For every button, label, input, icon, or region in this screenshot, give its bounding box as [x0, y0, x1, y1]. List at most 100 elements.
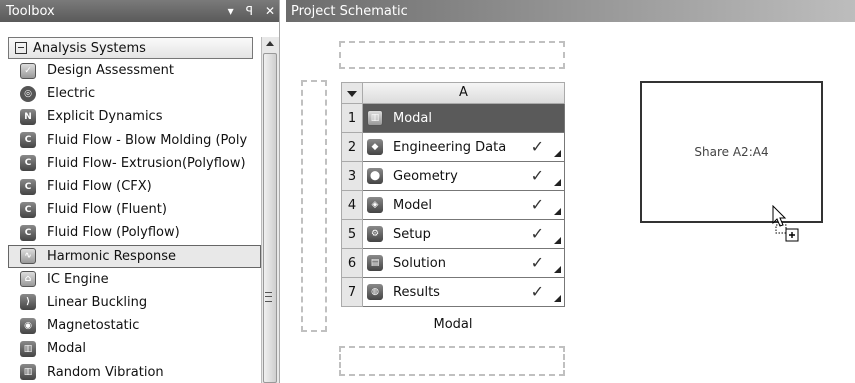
system-cell[interactable]: ▤ Solution ✓	[363, 249, 565, 278]
row-number: 5	[341, 220, 363, 249]
toolbox-item[interactable]: ◎ Electric	[0, 82, 262, 105]
check-icon: ✓	[530, 137, 544, 156]
cell-label: Model	[393, 197, 433, 213]
toolbox-item[interactable]: C Fluid Flow - Blow Molding (Poly	[0, 129, 262, 152]
toolbox-item[interactable]: C Fluid Flow (CFX)	[0, 175, 262, 198]
system-cell[interactable]: ◍ Results ✓	[363, 278, 565, 307]
solution-icon: ▤	[367, 255, 383, 271]
results-icon: ◍	[367, 284, 383, 300]
system-cell-row[interactable]: 2 ◆ Engineering Data ✓	[341, 133, 565, 162]
electric-icon: ◎	[20, 85, 36, 102]
toolbox-item-label: Fluid Flow- Extrusion(Polyflow)	[47, 155, 246, 171]
toolbox-item-label: Random Vibration	[47, 364, 164, 380]
system-name[interactable]: Modal	[341, 317, 565, 332]
toolbox-item-label: Design Assessment	[47, 63, 174, 79]
project-schematic-panel: Project Schematic A 1 ▥ Modal 2 ◆ Engineering…	[286, 0, 855, 383]
row-number: 4	[341, 191, 363, 220]
toolbox-item-label: Harmonic Response	[47, 248, 177, 264]
toolbox-item[interactable]: C Fluid Flow (Polyflow)	[0, 221, 262, 244]
close-icon[interactable]: ✕	[265, 4, 275, 18]
system-cell[interactable]: ◆ Engineering Data ✓	[363, 133, 565, 162]
system-cell-row[interactable]: 4 ◈ Model ✓	[341, 191, 565, 220]
schematic-titlebar: Project Schematic	[286, 0, 855, 22]
cell-menu-icon[interactable]	[554, 208, 561, 215]
toolbox-item[interactable]: ▥ Random Vibration	[0, 360, 262, 383]
fluid-flow-icon: C	[20, 178, 36, 195]
cell-menu-icon[interactable]	[554, 150, 561, 157]
cell-menu-icon[interactable]	[554, 295, 561, 302]
toolbox-item[interactable]: ∿ Harmonic Response	[8, 244, 261, 268]
toolbox-item-label: Fluid Flow - Blow Molding (Poly	[47, 132, 248, 148]
check-icon: ✓	[530, 253, 544, 272]
collapse-icon[interactable]	[15, 42, 27, 54]
system-cell[interactable]: ◈ Model ✓	[363, 191, 565, 220]
row-number: 1	[341, 104, 363, 133]
toolbox-item-label: Magnetostatic	[47, 318, 140, 334]
system-cell-row[interactable]: 3 ⬤ Geometry ✓	[341, 162, 565, 191]
toolbox-item-label: Electric	[47, 86, 96, 102]
row-number: 2	[341, 133, 363, 162]
cell-label: Setup	[393, 226, 431, 242]
toolbox-item[interactable]: N Explicit Dynamics	[0, 105, 262, 128]
drop-target-bottom[interactable]	[339, 346, 565, 376]
linear-buckling-icon: ⟩	[20, 294, 36, 311]
toolbox-title: Toolbox	[6, 3, 55, 19]
scroll-thumb[interactable]	[263, 53, 277, 383]
cell-menu-icon[interactable]	[554, 266, 561, 273]
toolbox-item[interactable]: ◉ Magnetostatic	[0, 314, 262, 337]
toolbox-item-label: Explicit Dynamics	[47, 109, 163, 125]
row-number: 6	[341, 249, 363, 278]
toolbox-item[interactable]: ⟩ Linear Buckling	[0, 291, 262, 314]
pin-icon[interactable]: ꟼ	[246, 4, 253, 18]
system-cell-row[interactable]: 7 ◍ Results ✓	[341, 278, 565, 307]
analysis-systems-group[interactable]: Analysis Systems	[8, 37, 253, 59]
toolbox-item[interactable]: C Fluid Flow- Extrusion(Polyflow)	[0, 152, 262, 175]
toolbox-titlebar: Toolbox ▾ ꟼ ✕	[0, 0, 279, 22]
scroll-up-icon[interactable]	[266, 41, 274, 46]
drop-target-left[interactable]	[301, 80, 327, 332]
column-header: A	[363, 82, 565, 104]
toolbox-scrollbar[interactable]	[261, 37, 279, 383]
check-icon: ✓	[530, 195, 544, 214]
cell-label: Geometry	[393, 168, 458, 184]
grip-icon	[265, 292, 272, 302]
system-cell[interactable]: ⬤ Geometry ✓	[363, 162, 565, 191]
schematic-title: Project Schematic	[291, 3, 408, 19]
setup-icon: ⚙	[367, 226, 383, 242]
modal-icon: ▥	[20, 340, 36, 357]
system-cell[interactable]: ⚙ Setup ✓	[363, 220, 565, 249]
system-cell-row[interactable]: 5 ⚙ Setup ✓	[341, 220, 565, 249]
system-cell[interactable]: ▥ Modal	[363, 104, 565, 133]
system-cell-row[interactable]: 1 ▥ Modal	[341, 104, 565, 133]
fluid-flow-icon: C	[20, 132, 36, 149]
check-icon: ✓	[530, 166, 544, 185]
toolbox-list: Analysis Systems ✓ Design Assessment ◎ Elec…	[0, 22, 262, 383]
dropdown-icon[interactable]: ▾	[228, 4, 234, 18]
share-drop-target[interactable]: Share A2:A4	[640, 81, 823, 223]
row-number: 3	[341, 162, 363, 191]
toolbox-item-label: Fluid Flow (Polyflow)	[47, 225, 180, 241]
analysis-system-modal[interactable]: A 1 ▥ Modal 2 ◆ Engineering Data ✓ 3 ⬤ Geometry ✓ 4…	[341, 82, 565, 332]
engineering-data-icon: ◆	[367, 139, 383, 155]
toolbox-item[interactable]: C Fluid Flow (Fluent)	[0, 198, 262, 221]
fluid-flow-icon: C	[20, 155, 36, 172]
system-menu-icon[interactable]	[341, 82, 363, 104]
random-vibration-icon: ▥	[20, 364, 36, 381]
toolbox-item[interactable]: ⌂ IC Engine	[0, 268, 262, 291]
drop-target-top[interactable]	[339, 41, 565, 69]
system-cell-row[interactable]: 6 ▤ Solution ✓	[341, 249, 565, 278]
toolbox-item[interactable]: ▥ Modal	[0, 337, 262, 360]
toolbox-item-label: Fluid Flow (CFX)	[47, 179, 152, 195]
fluid-flow-icon: C	[20, 201, 36, 218]
cell-label: Results	[393, 284, 440, 300]
check-icon: ✓	[530, 282, 544, 301]
toolbox-item-label: Linear Buckling	[47, 294, 148, 310]
toolbox-item[interactable]: ✓ Design Assessment	[0, 59, 262, 82]
group-label: Analysis Systems	[33, 40, 146, 56]
model-icon: ◈	[367, 197, 383, 213]
cell-menu-icon[interactable]	[554, 179, 561, 186]
magnetostatic-icon: ◉	[20, 317, 36, 334]
cell-menu-icon[interactable]	[554, 237, 561, 244]
share-label: Share A2:A4	[694, 145, 769, 159]
modal-icon: ▥	[367, 110, 383, 126]
